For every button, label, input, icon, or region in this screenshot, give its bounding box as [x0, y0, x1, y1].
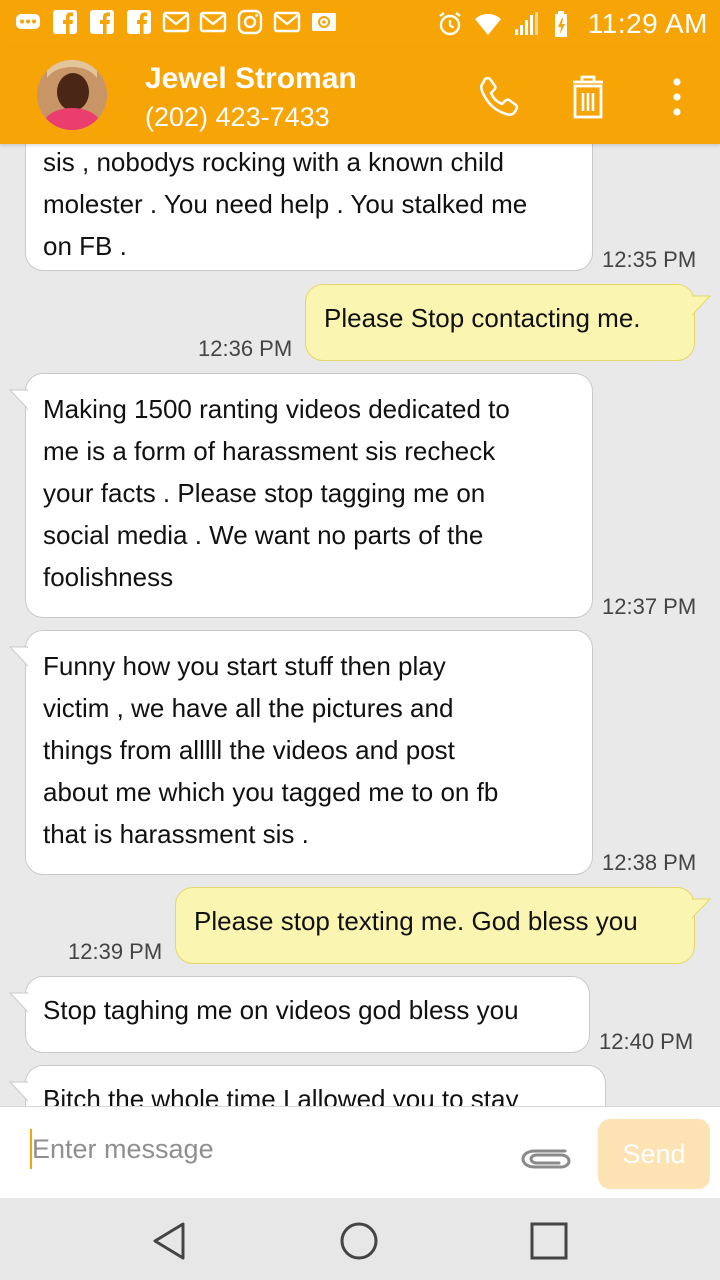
message-input[interactable]: [32, 1123, 492, 1175]
message-line: Funny how you start stuff then play: [43, 651, 446, 681]
incoming-message[interactable]: Funny how you start stuff then play vict…: [25, 630, 593, 875]
notification-icons: [14, 8, 338, 36]
avatar[interactable]: [37, 60, 107, 130]
conversation-header: Jewel Stroman (202) 423-7433: [0, 48, 720, 144]
email-icon: [310, 8, 338, 36]
back-icon: [153, 1222, 185, 1260]
message-line: social media . We want no parts of the: [43, 520, 484, 550]
phone-icon: [480, 76, 519, 116]
more-options-button[interactable]: [652, 72, 702, 122]
message-line: sis , nobodys rocking with a known child: [43, 147, 505, 177]
message-line: about me which you tagged me to on fb: [43, 777, 499, 807]
bubble-tail: [692, 898, 712, 922]
bubble-tail: [8, 389, 28, 413]
message-line: victim , we have all the pictures and: [43, 693, 454, 723]
navigation-bar: [0, 1198, 720, 1280]
outgoing-message[interactable]: Please Stop contacting me.: [305, 284, 695, 361]
message-line: that is harassment sis .: [43, 819, 309, 849]
compose-bar: Send: [0, 1106, 720, 1198]
message-line: molester . You need help . You stalked m…: [43, 189, 528, 219]
message-time: 12:36 PM: [198, 336, 293, 361]
alarm-icon: [436, 10, 464, 38]
facebook-icon: [51, 8, 79, 36]
bubble-tail: [8, 646, 28, 670]
gmail-icon: [273, 8, 301, 36]
message-line: Please Stop contacting me.: [324, 303, 641, 333]
contact-phone: (202) 423-7433: [145, 102, 330, 132]
message-line: Bitch the whole time I allowed you to st…: [43, 1084, 519, 1106]
message-list[interactable]: sis , nobodys rocking with a known child…: [0, 144, 720, 1106]
system-status: 11:29 AM: [436, 6, 708, 42]
paperclip-icon: [521, 1149, 571, 1169]
message-line: me is a form of harassment sis recheck: [43, 436, 496, 466]
home-icon: [340, 1222, 378, 1260]
attach-button[interactable]: [515, 1133, 575, 1183]
more-vert-icon: [673, 78, 681, 116]
message-line: Stop taghing me on videos god bless you: [43, 995, 519, 1025]
facebook-icon: [125, 8, 153, 36]
message-line: Making 1500 ranting videos dedicated to: [43, 394, 510, 424]
status-bar: 11:29 AM: [0, 0, 720, 48]
back-button[interactable]: [145, 1216, 195, 1266]
incoming-message[interactable]: Bitch the whole time I allowed you to st…: [25, 1065, 606, 1106]
recents-button[interactable]: [524, 1216, 574, 1266]
instagram-icon: [236, 8, 264, 36]
home-button[interactable]: [334, 1216, 384, 1266]
message-line: foolishness: [43, 562, 174, 592]
gmail-icon: [199, 8, 227, 36]
bubble-tail: [692, 295, 712, 319]
message-line: Please stop texting me. God bless you: [194, 906, 638, 936]
message-line: your facts . Please stop tagging me on: [43, 478, 486, 508]
send-button[interactable]: Send: [598, 1119, 710, 1189]
incoming-message[interactable]: Making 1500 ranting videos dedicated to …: [25, 373, 593, 618]
bubble-tail: [8, 1081, 28, 1105]
wifi-icon: [474, 10, 502, 38]
outgoing-message[interactable]: Please stop texting me. God bless you: [175, 887, 695, 964]
message-line: on FB .: [43, 231, 127, 261]
message-time: 12:40 PM: [599, 1029, 694, 1054]
clock: 11:29 AM: [587, 8, 708, 39]
contact-name: Jewel Stroman: [145, 62, 357, 95]
bubble-tail: [8, 992, 28, 1016]
signal-icon: [512, 10, 540, 38]
trash-icon: [573, 75, 603, 119]
message-time: 12:37 PM: [602, 594, 697, 619]
message-time: 12:38 PM: [602, 850, 697, 875]
recents-icon: [530, 1222, 568, 1260]
delete-button[interactable]: [563, 72, 613, 122]
chat-icon: [14, 8, 42, 36]
gmail-icon: [162, 8, 190, 36]
battery-charging-icon: [550, 10, 578, 38]
incoming-message[interactable]: Stop taghing me on videos god bless you: [25, 976, 590, 1053]
message-time: 12:39 PM: [68, 939, 163, 964]
message-line: things from alllll the videos and post: [43, 735, 455, 765]
facebook-icon: [88, 8, 116, 36]
incoming-message[interactable]: sis , nobodys rocking with a known child…: [25, 144, 593, 271]
message-time: 12:35 PM: [602, 247, 697, 272]
call-button[interactable]: [475, 72, 525, 122]
